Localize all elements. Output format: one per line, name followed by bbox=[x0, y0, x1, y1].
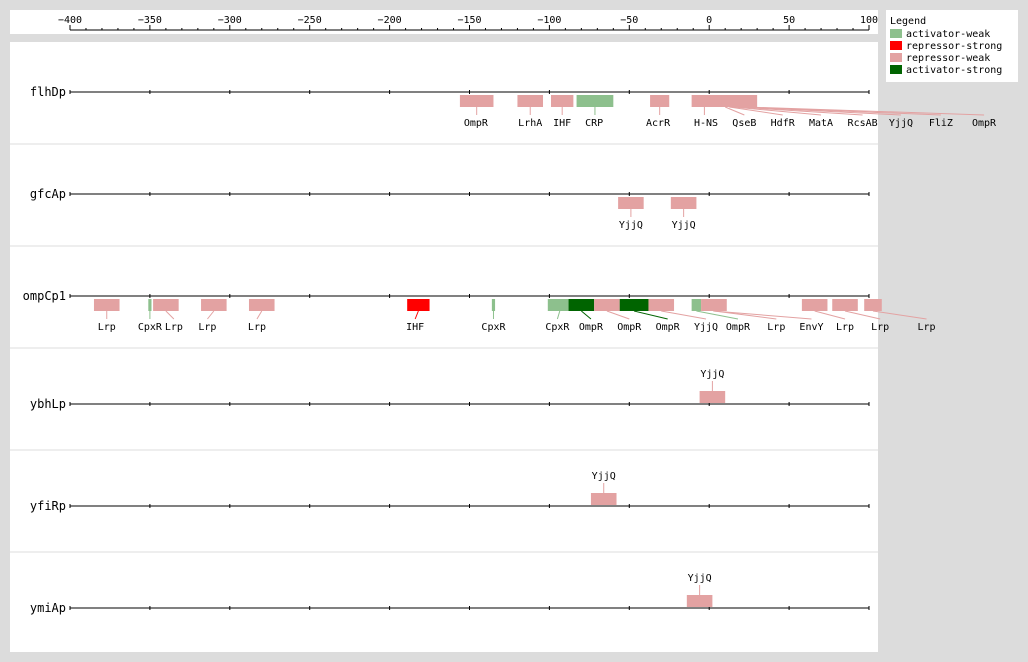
axis-tick-label: 100 bbox=[860, 15, 878, 26]
binding-site-ihf[interactable] bbox=[407, 299, 430, 311]
site-label: Lrp bbox=[198, 322, 216, 333]
axis-tick-label: −200 bbox=[378, 15, 402, 26]
site-label: YjjQ bbox=[688, 573, 712, 584]
axis-tick-label: 50 bbox=[783, 15, 795, 26]
site-label: YjjQ bbox=[672, 220, 696, 231]
site-label: Lrp bbox=[248, 322, 266, 333]
axis-tick-label: 0 bbox=[706, 15, 712, 26]
promoter-panel bbox=[10, 42, 878, 652]
legend-swatch-activator-weak bbox=[890, 29, 902, 38]
binding-site-lrp[interactable] bbox=[93, 299, 120, 311]
site-label: Lrp bbox=[871, 322, 889, 333]
site-label: OmpR bbox=[726, 322, 751, 333]
legend-label-activator-strong: activator-strong bbox=[906, 65, 1002, 76]
site-label: IHF bbox=[553, 118, 571, 129]
site-label: LrhA bbox=[518, 118, 542, 129]
site-label: OmpR bbox=[464, 118, 489, 129]
legend-swatch-repressor-strong bbox=[890, 41, 902, 50]
site-label: RcsAB bbox=[848, 118, 878, 129]
binding-site-yjjq[interactable] bbox=[670, 197, 697, 209]
legend-label-repressor-strong: repressor-strong bbox=[906, 41, 1002, 52]
site-label: EnvY bbox=[799, 322, 823, 333]
site-label: Lrp bbox=[165, 322, 183, 333]
promoter-name: ybhLp bbox=[30, 397, 66, 411]
site-label: IHF bbox=[406, 322, 424, 333]
site-label: YjjQ bbox=[619, 220, 643, 231]
binding-site-lrp[interactable] bbox=[153, 299, 179, 311]
site-label: CpxR bbox=[545, 322, 570, 333]
binding-site-cpxr[interactable] bbox=[491, 299, 496, 311]
promoter-diagram: −400 −350 −300 −250 −200 −150 −100 −50 0 50 100 fl… bbox=[10, 10, 1018, 652]
binding-site-ompr[interactable] bbox=[459, 95, 494, 107]
promoter-name: flhDp bbox=[30, 85, 66, 99]
site-label: OmpR bbox=[579, 322, 604, 333]
axis-tick-label: −350 bbox=[138, 15, 162, 26]
site-label: YjjQ bbox=[592, 471, 616, 482]
site-label: FliZ bbox=[929, 118, 953, 129]
binding-site-yjjq[interactable] bbox=[699, 391, 726, 403]
binding-site-lrha[interactable] bbox=[517, 95, 544, 107]
legend: Legend activator-weakrepressor-strongrep… bbox=[886, 10, 1018, 82]
binding-site-lrp[interactable] bbox=[864, 299, 882, 311]
site-label: Lrp bbox=[767, 322, 785, 333]
binding-site-lrp[interactable] bbox=[201, 299, 227, 311]
binding-site-yjjq[interactable] bbox=[618, 197, 644, 209]
binding-site-ompr[interactable] bbox=[734, 95, 758, 107]
site-label: Lrp bbox=[98, 322, 116, 333]
site-label: Lrp bbox=[917, 322, 935, 333]
site-label: QseB bbox=[732, 118, 756, 129]
site-label: H-NS bbox=[694, 118, 718, 129]
axis-tick-label: −150 bbox=[457, 15, 481, 26]
site-connector bbox=[872, 310, 927, 320]
binding-site-yjjq[interactable] bbox=[648, 299, 675, 311]
binding-site-ihf[interactable] bbox=[550, 95, 574, 107]
binding-site-cpxr[interactable] bbox=[547, 299, 572, 311]
site-label: OmpR bbox=[617, 322, 642, 333]
site-label: MatA bbox=[809, 118, 833, 129]
site-label: YjjQ bbox=[700, 369, 724, 380]
axis-tick-label: −250 bbox=[298, 15, 322, 26]
binding-site-lrp[interactable] bbox=[248, 299, 275, 311]
axis-tick-label: −400 bbox=[58, 15, 82, 26]
binding-site-ompr[interactable] bbox=[594, 299, 620, 311]
binding-site-ompr[interactable] bbox=[691, 299, 702, 311]
axis-tick-label: −300 bbox=[218, 15, 242, 26]
binding-site-ompr[interactable] bbox=[568, 299, 595, 311]
legend-label-activator-weak: activator-weak bbox=[906, 29, 990, 40]
site-label: YjjQ bbox=[889, 118, 913, 129]
binding-site-lrp[interactable] bbox=[832, 299, 858, 311]
legend-label-repressor-weak: repressor-weak bbox=[906, 53, 990, 64]
axis-tick-label: −50 bbox=[620, 15, 638, 26]
binding-site-envy[interactable] bbox=[701, 299, 726, 311]
binding-site-acrr[interactable] bbox=[650, 95, 670, 107]
axis-tick-label: −100 bbox=[537, 15, 561, 26]
site-label: Lrp bbox=[836, 322, 854, 333]
site-label: HdfR bbox=[771, 118, 796, 129]
legend-swatch-activator-strong bbox=[890, 65, 902, 74]
site-label: YjjQ bbox=[694, 322, 718, 333]
site-label: OmpR bbox=[656, 322, 681, 333]
site-label: OmpR bbox=[972, 118, 997, 129]
promoter-name: yfiRp bbox=[30, 499, 66, 513]
binding-site-lrp[interactable] bbox=[801, 299, 828, 311]
legend-title: Legend bbox=[890, 16, 926, 27]
site-label: AcrR bbox=[646, 118, 671, 129]
promoter-name: ymiAp bbox=[30, 601, 66, 615]
site-label: CpxR bbox=[138, 322, 163, 333]
binding-site-crp[interactable] bbox=[576, 95, 614, 107]
promoter-name: ompCp1 bbox=[23, 289, 66, 303]
binding-site-ompr[interactable] bbox=[619, 299, 649, 311]
promoter-name: gfcAp bbox=[30, 187, 66, 201]
legend-swatch-repressor-weak bbox=[890, 53, 902, 62]
binding-site-yjjq[interactable] bbox=[686, 595, 713, 607]
binding-site-yjjq[interactable] bbox=[590, 493, 617, 505]
site-label: CpxR bbox=[481, 322, 506, 333]
binding-site-cpxr[interactable] bbox=[148, 299, 152, 311]
site-label: CRP bbox=[585, 118, 603, 129]
